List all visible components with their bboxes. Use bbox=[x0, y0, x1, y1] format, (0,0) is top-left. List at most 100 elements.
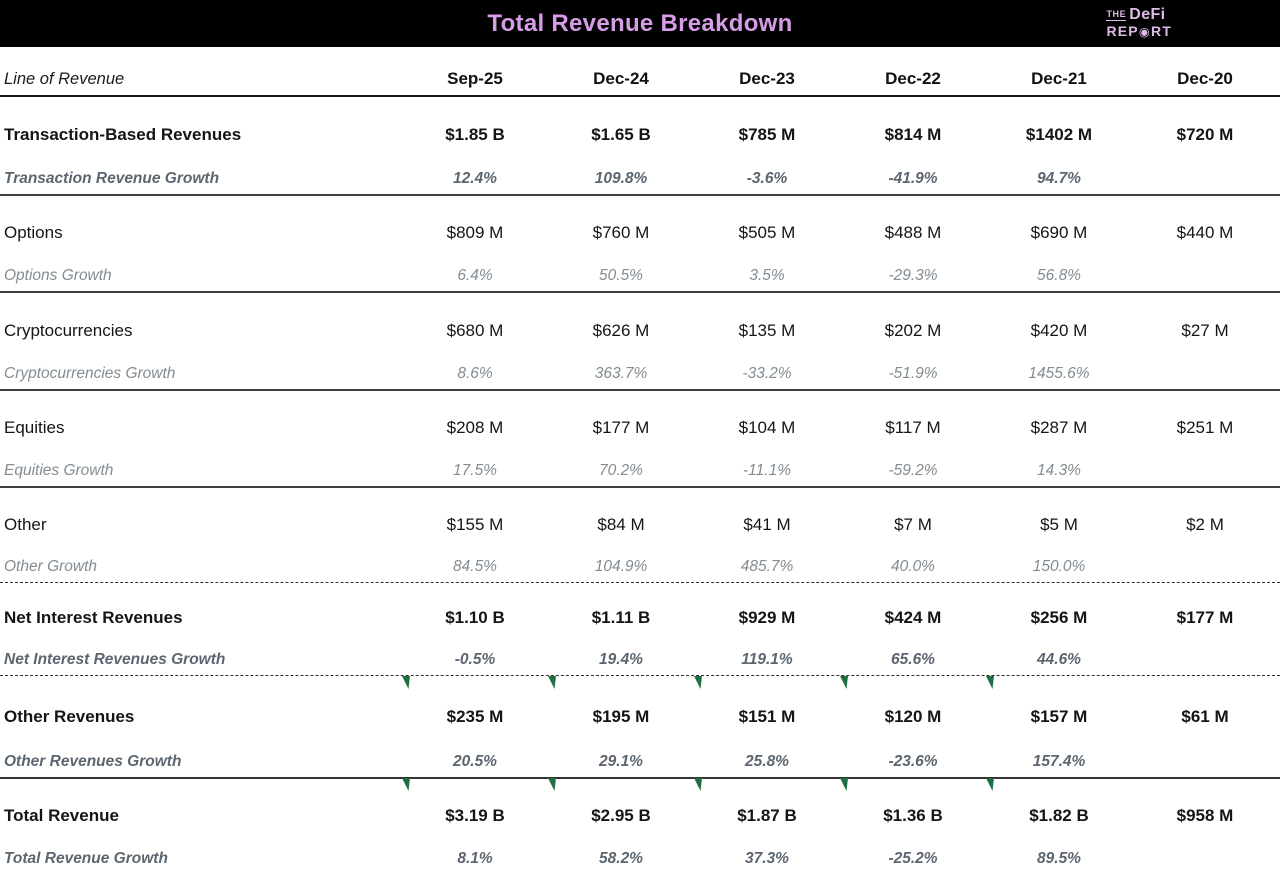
growth-cell: 12.4% bbox=[453, 169, 497, 187]
growth-cell: 19.4% bbox=[599, 650, 643, 668]
column-header-period: Dec-22 bbox=[885, 69, 941, 88]
growth-cell: -23.6% bbox=[888, 752, 938, 770]
growth-row-label: Transaction Revenue Growth bbox=[4, 169, 220, 187]
section-total-revenue: Total Revenue $3.19 B $2.95 B $1.87 B $1… bbox=[0, 779, 1280, 874]
growth-cell: -41.9% bbox=[888, 169, 938, 187]
table-row-growth: Net Interest Revenues Growth -0.5% 19.4%… bbox=[0, 635, 1280, 675]
value-cell: $1.36 B bbox=[883, 806, 943, 826]
column-header-period: Sep-25 bbox=[447, 69, 503, 88]
table-row-growth: Transaction Revenue Growth 12.4% 109.8% … bbox=[0, 152, 1280, 194]
value-cell: $84 M bbox=[597, 514, 645, 534]
growth-cell: 40.0% bbox=[891, 557, 935, 575]
growth-row-label: Other Revenues Growth bbox=[4, 752, 182, 770]
value-cell: $809 M bbox=[446, 223, 504, 243]
value-cell: $720 M bbox=[1176, 125, 1234, 145]
growth-row-label: Net Interest Revenues Growth bbox=[4, 650, 226, 668]
growth-cell: 37.3% bbox=[745, 849, 789, 867]
table-row: Options $809 M $760 M $505 M $488 M $690… bbox=[0, 196, 1280, 250]
flag-icon bbox=[840, 778, 848, 791]
flag-icon bbox=[402, 778, 410, 791]
row-label: Equities bbox=[4, 418, 65, 438]
row-label: Other Revenues bbox=[4, 706, 135, 726]
growth-row-label: Equities Growth bbox=[4, 461, 114, 479]
growth-cell: -25.2% bbox=[888, 849, 938, 867]
value-cell: $680 M bbox=[446, 320, 504, 340]
value-cell: $785 M bbox=[738, 125, 796, 145]
flag-icon bbox=[402, 676, 410, 689]
row-label: Other bbox=[4, 514, 47, 534]
flag-icon bbox=[986, 778, 994, 791]
value-cell: $7 M bbox=[894, 514, 932, 534]
table-row-growth: Total Revenue Growth 8.1% 58.2% 37.3% -2… bbox=[0, 833, 1280, 874]
section-transaction-based-revenues: Transaction-Based Revenues $1.85 B $1.65… bbox=[0, 97, 1280, 196]
value-cell: $3.19 B bbox=[445, 806, 505, 826]
value-cell: $251 M bbox=[1176, 418, 1234, 438]
logo-rep-text: REP bbox=[1106, 23, 1139, 39]
growth-cell: 44.6% bbox=[1037, 650, 1081, 668]
value-cell: $208 M bbox=[446, 418, 504, 438]
page-title: Total Revenue Breakdown bbox=[487, 9, 793, 37]
growth-cell: 29.1% bbox=[599, 752, 643, 770]
growth-cell: 150.0% bbox=[1032, 557, 1086, 575]
value-cell: $287 M bbox=[1030, 418, 1088, 438]
growth-cell: 14.3% bbox=[1037, 461, 1081, 479]
column-header-period: Dec-20 bbox=[1177, 69, 1233, 88]
table-row: Other Revenues $235 M $195 M $151 M $120… bbox=[0, 676, 1280, 734]
table-row: Other $155 M $84 M $41 M $7 M $5 M $2 M bbox=[0, 488, 1280, 542]
logo-line-2: REP◉RT bbox=[1106, 24, 1172, 39]
flag-icon bbox=[694, 778, 702, 791]
table-row: Transaction-Based Revenues $1.85 B $1.65… bbox=[0, 97, 1280, 152]
value-cell: $760 M bbox=[592, 223, 650, 243]
logo-defi-text: DeFi bbox=[1129, 6, 1166, 23]
growth-cell: -11.1% bbox=[743, 461, 791, 479]
value-cell: $195 M bbox=[592, 706, 650, 726]
section-equities: Equities $208 M $177 M $104 M $117 M $28… bbox=[0, 391, 1280, 488]
logo-the-text: THE bbox=[1106, 9, 1127, 21]
flag-icon bbox=[694, 676, 702, 689]
title-banner: Total Revenue Breakdown THE DeFi REP◉RT bbox=[0, 0, 1280, 47]
section-net-interest-revenues: Net Interest Revenues $1.10 B $1.11 B $9… bbox=[0, 583, 1280, 689]
table-row-growth: Options Growth 6.4% 50.5% 3.5% -29.3% 56… bbox=[0, 250, 1280, 291]
growth-cell: 485.7% bbox=[740, 557, 794, 575]
flag-icon bbox=[986, 676, 994, 689]
value-cell: $5 M bbox=[1040, 514, 1078, 534]
table-row: Net Interest Revenues $1.10 B $1.11 B $9… bbox=[0, 583, 1280, 635]
growth-cell: 70.2% bbox=[599, 461, 643, 479]
growth-cell: 104.9% bbox=[594, 557, 648, 575]
section-other: Other $155 M $84 M $41 M $7 M $5 M $2 M … bbox=[0, 488, 1280, 583]
row-label: Total Revenue bbox=[4, 806, 119, 826]
growth-row-label: Total Revenue Growth bbox=[4, 849, 168, 867]
value-cell: $690 M bbox=[1030, 223, 1088, 243]
growth-cell: 1455.6% bbox=[1028, 364, 1090, 382]
growth-row-label: Other Growth bbox=[4, 557, 98, 575]
growth-cell: 65.6% bbox=[891, 650, 935, 668]
row-label: Cryptocurrencies bbox=[4, 320, 133, 340]
section-cryptocurrencies: Cryptocurrencies $680 M $626 M $135 M $2… bbox=[0, 293, 1280, 391]
value-cell: $202 M bbox=[884, 320, 942, 340]
growth-cell: 25.8% bbox=[745, 752, 789, 770]
value-cell: $1.11 B bbox=[591, 608, 651, 628]
row-label: Options bbox=[4, 223, 63, 243]
logo-line-1: THE DeFi bbox=[1106, 7, 1172, 23]
section-other-revenues: Other Revenues $235 M $195 M $151 M $120… bbox=[0, 676, 1280, 791]
value-cell: $626 M bbox=[592, 320, 650, 340]
value-cell: $1.10 B bbox=[445, 608, 505, 628]
column-header-row: Line of Revenue Sep-25 Dec-24 Dec-23 Dec… bbox=[0, 47, 1280, 97]
value-cell: $1.82 B bbox=[1029, 806, 1089, 826]
growth-cell: 119.1% bbox=[741, 650, 793, 668]
value-cell: $157 M bbox=[1030, 706, 1088, 726]
growth-cell: -51.9% bbox=[888, 364, 938, 382]
value-cell: $424 M bbox=[884, 608, 942, 628]
growth-cell: 84.5% bbox=[453, 557, 497, 575]
table-row: Cryptocurrencies $680 M $626 M $135 M $2… bbox=[0, 293, 1280, 348]
growth-row-label: Options Growth bbox=[4, 266, 112, 284]
growth-cell: 363.7% bbox=[594, 364, 648, 382]
value-cell: $958 M bbox=[1176, 806, 1234, 826]
growth-cell: 58.2% bbox=[599, 849, 643, 867]
growth-cell: 50.5% bbox=[599, 266, 643, 284]
growth-cell: -29.3% bbox=[888, 266, 938, 284]
value-cell: $505 M bbox=[738, 223, 796, 243]
growth-cell: 109.8% bbox=[594, 169, 648, 187]
value-cell: $2 M bbox=[1186, 514, 1224, 534]
value-cell: $929 M bbox=[738, 608, 796, 628]
